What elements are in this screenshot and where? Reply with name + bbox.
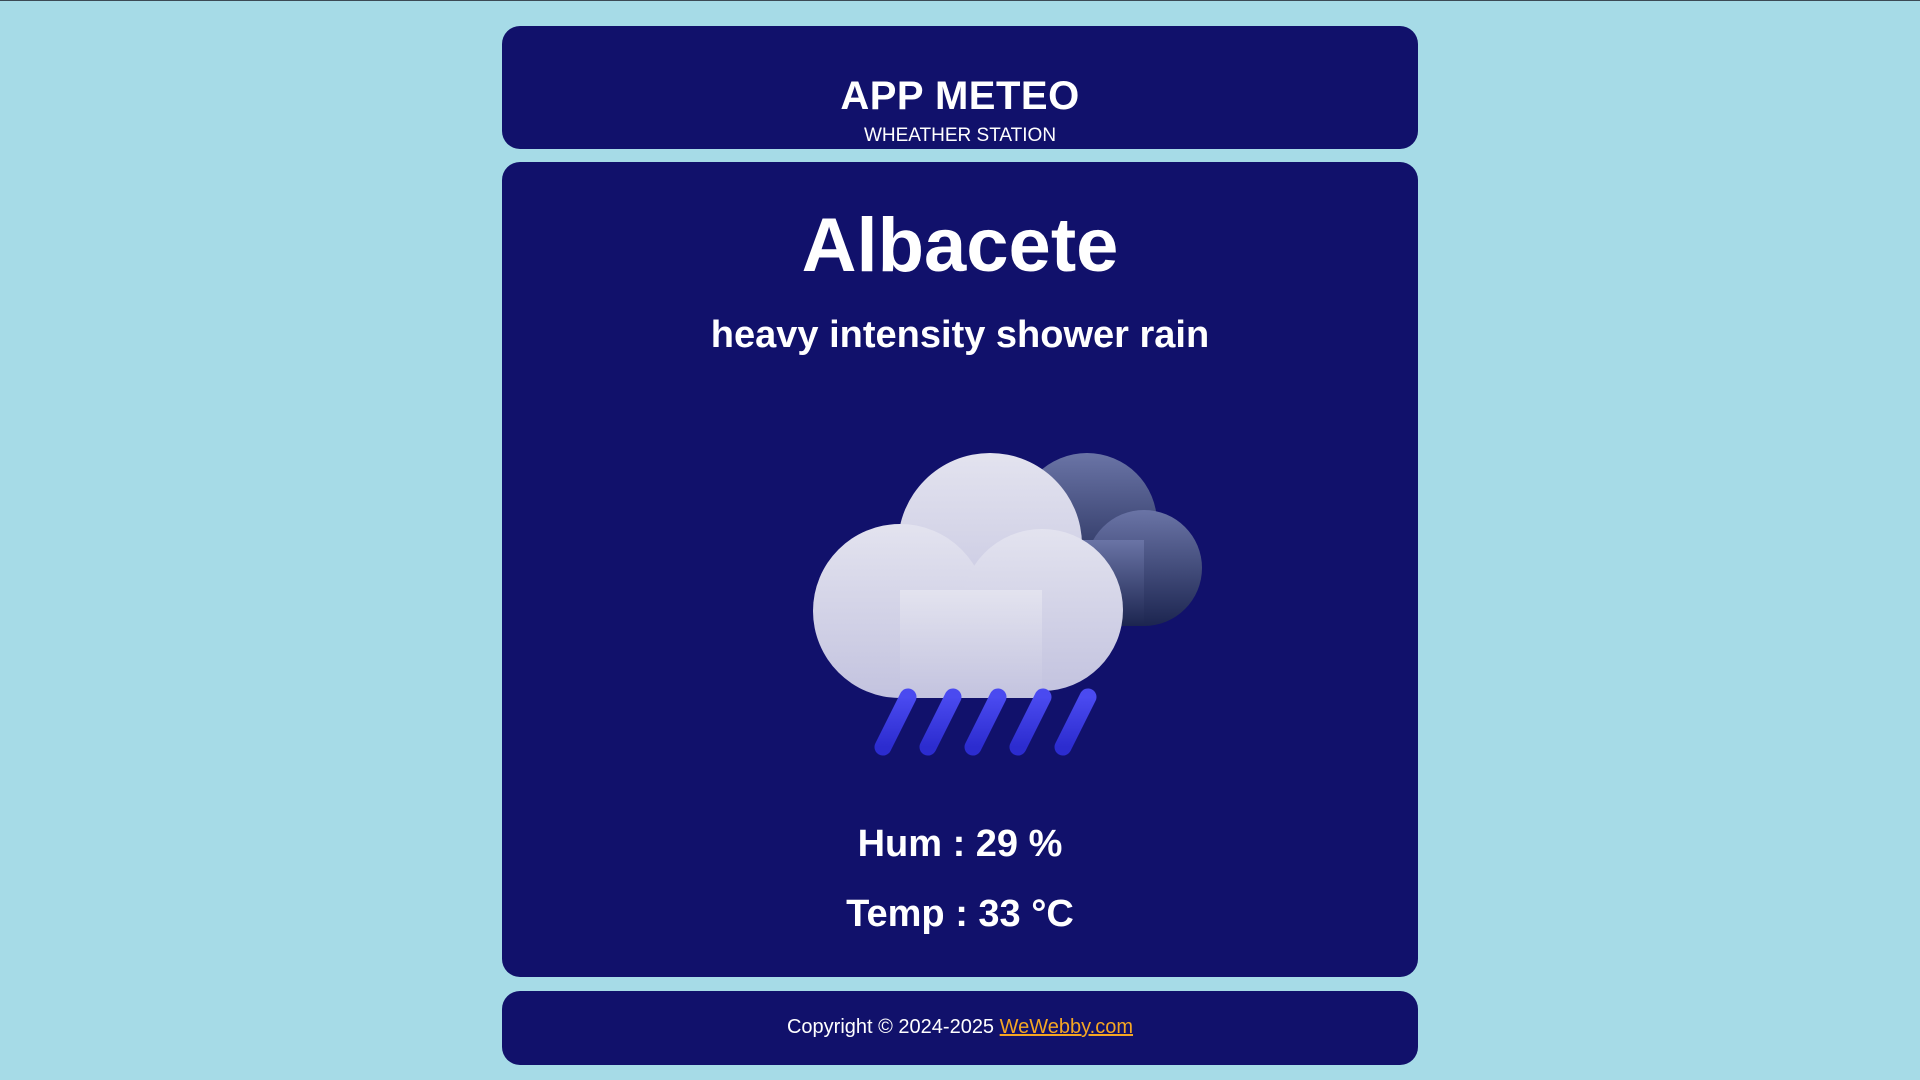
app-footer: Copyright © 2024-2025 WeWebby.com [502,991,1418,1065]
heavy-rain-cloud-icon [813,453,1202,756]
weather-description: heavy intensity shower rain [710,314,1210,356]
humidity-readout: Hum : 29 % [857,823,1063,865]
app-header: APP METEO WHEATHER STATION [502,26,1418,149]
temperature-readout: Temp : 33 °C [846,893,1074,935]
rain-streaks [874,688,1097,756]
app-subtitle: WHEATHER STATION [863,125,1057,146]
copyright-text: Copyright © 2024-2025 [786,1016,995,1038]
city-name: Albacete [801,203,1119,288]
weather-card: Albacete heavy intensity shower rain Hum… [502,162,1418,977]
window-top-border [0,0,1920,1]
wewebby-link[interactable]: WeWebby.com [1000,1016,1133,1038]
app-title: APP METEO [840,74,1080,118]
copyright-line: Copyright © 2024-2025 WeWebby.com [502,1017,1418,1037]
